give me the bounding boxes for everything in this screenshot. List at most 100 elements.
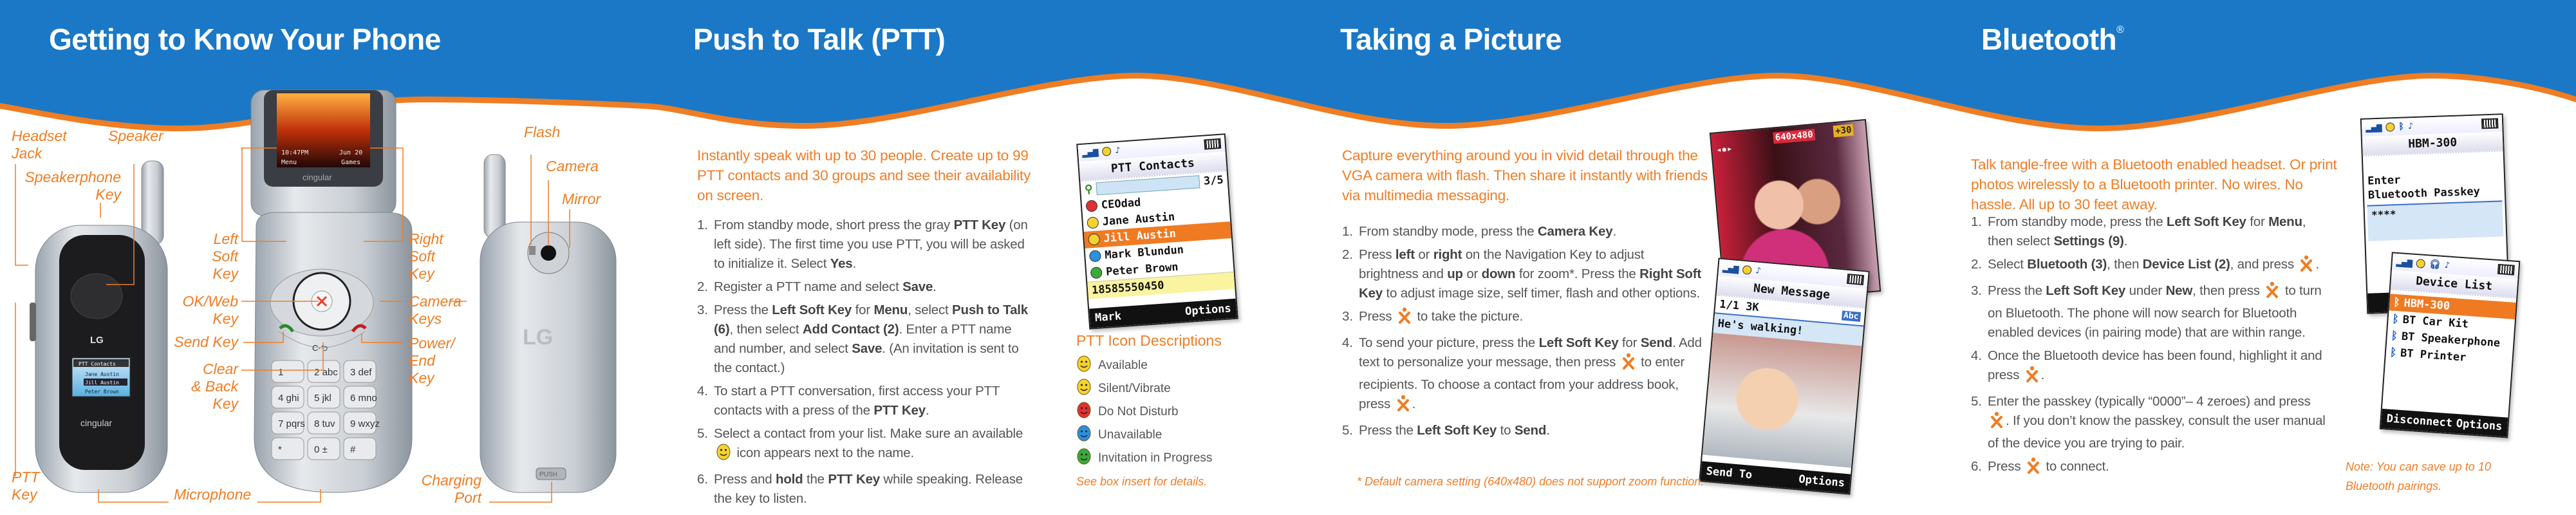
keypad-key-label: 3 def <box>350 367 372 378</box>
step-bold-text: right <box>1433 247 1462 262</box>
label-camera: Camera <box>546 158 599 174</box>
right-softkey[interactable]: Options <box>1184 302 1231 318</box>
label-ptt-key: PTT Key <box>12 469 40 503</box>
open-screen-date: Jun 20 <box>339 149 362 156</box>
step-bold-text: down <box>1481 267 1516 281</box>
headset-icon: 🎧︎ <box>2429 259 2441 270</box>
step-number: 6. <box>1971 459 1982 474</box>
legend-item: Silent/Vibrate <box>1076 379 1171 399</box>
step-text-segment: or <box>1462 267 1482 281</box>
ptt-legend-title: PTT Icon Descriptions <box>1076 332 1222 349</box>
step-text-segment: . <box>2123 234 2128 248</box>
ok-key-icon <box>1397 307 1412 330</box>
search-icon: ⚲ <box>1084 182 1094 196</box>
label-flash: Flash <box>524 124 561 140</box>
step-number: 5. <box>1971 394 1982 409</box>
label-speaker: Speaker <box>108 127 163 144</box>
step-text-segment: . <box>2040 368 2045 382</box>
step-text-segment: , then <box>2107 257 2143 272</box>
label-right-soft-key: Right Soft Key <box>409 230 443 282</box>
keypad-key-label: 9 wxyz <box>350 418 380 429</box>
unavailable-icon <box>1076 425 1092 445</box>
flash-lamp <box>529 246 536 255</box>
step-number: 2. <box>1342 247 1353 262</box>
step-text: To start a PTT conversation, first acces… <box>714 384 1000 418</box>
step-item: 4. To start a PTT conversation, first acc… <box>697 382 1032 420</box>
keypad-key-label: 6 mno <box>350 393 377 404</box>
mini-screen-item: Jill Austin <box>85 380 119 386</box>
step-text: Press the Left Soft Key under New, then … <box>1988 281 2322 340</box>
legend-label: Do Not Disturb <box>1098 405 1179 418</box>
right-softkey[interactable]: Options <box>1798 473 1845 490</box>
step-text: Press left or right on the Navigation Ke… <box>1359 247 1701 301</box>
step-item: 3. Press the Left Soft Key under New, the… <box>1971 281 2331 342</box>
right-softkey[interactable]: Options <box>2456 417 2503 433</box>
step-text-segment: or <box>1414 247 1433 262</box>
step-bold-text: Camera Key <box>1537 224 1613 239</box>
ptt-intro: Instantly speak with up to 30 people. Cr… <box>697 147 1031 203</box>
step-number: 3. <box>1342 309 1353 324</box>
keypad-key-label: 7 pqrs <box>278 418 305 429</box>
step-bold-text: Device List (2) <box>2142 257 2230 272</box>
passkey-input[interactable]: **** <box>2367 200 2504 241</box>
left-softkey[interactable]: Disconnect <box>2386 412 2453 429</box>
step-text-segment: From standby mode, press the <box>1988 214 2167 229</box>
keypad-key-label: # <box>350 444 356 455</box>
step-text-segment: . <box>2315 257 2319 272</box>
new-message-screen: ▂▄▆ ♪ New Message 1/1 3K Abc He's walking!… <box>1699 258 1870 495</box>
step-text-segment: From standby mode, short press the gray <box>714 218 954 232</box>
step-number: 5. <box>1342 423 1353 438</box>
phone-open: 10:47PM Jun 20 Menu Games cingular C·⮌ 1… <box>250 89 413 493</box>
legend-label: Silent/Vibrate <box>1098 382 1171 395</box>
signal-icon: ▂▄▆ <box>2366 122 2382 133</box>
step-text-segment: , select <box>908 303 953 317</box>
step-item: 2. Select Bluetooth (3), then Device List… <box>1971 255 2331 277</box>
device-name: HBM-300 <box>2403 296 2450 313</box>
step-item: 4. Once the Bluetooth device has been fou… <box>1971 346 2331 388</box>
ringer-icon: ♪ <box>1114 145 1121 156</box>
step-text-segment: to connect. <box>2042 459 2109 474</box>
open-screen-time: 10:47PM <box>281 149 308 156</box>
step-text-segment: , then press <box>2192 283 2264 298</box>
step-text-segment: for <box>852 303 874 317</box>
left-softkey[interactable]: Mark <box>1094 310 1121 324</box>
bluetooth-device-icon: ᛒ <box>2393 295 2401 310</box>
section-title-bluetooth: Bluetooth® <box>1981 22 2124 57</box>
legend-item: Unavailable <box>1076 425 1162 445</box>
step-text: Once the Bluetooth device has been found… <box>1988 348 2322 382</box>
section-title-camera: Taking a Picture <box>1340 23 1562 56</box>
push-label: PUSH <box>539 471 557 478</box>
step-number: 3. <box>1971 283 1982 298</box>
step-bold-text: Left Soft Key <box>2046 283 2126 298</box>
step-item: 2. Register a PTT name and select Save. <box>697 277 1032 297</box>
step-text-segment: Register a PTT name and select <box>714 279 903 294</box>
step-text-segment: Press the <box>1988 283 2046 298</box>
bluetooth-device-icon: ᛒ <box>2391 312 2400 326</box>
brightness-icon: ◂✹▸ <box>1715 144 1733 156</box>
legend-item: Do Not Disturb <box>1076 402 1179 422</box>
available-smiley-icon <box>716 444 731 466</box>
label-ok-web-key: OK/Web Key <box>182 293 239 327</box>
softkey-bar: Mark Options <box>1089 298 1237 328</box>
keypad-key-label: 2 abc <box>314 367 338 378</box>
step-bold-text: Add Contact (2) <box>802 322 899 337</box>
step-number: 4. <box>1971 348 1982 363</box>
step-text: Press to connect. <box>1988 457 2109 474</box>
signal-icon: ▂▄▆ <box>1722 263 1740 275</box>
step-text: To send your picture, press the Left Sof… <box>1359 335 1702 411</box>
step-text: From standby mode, press the Left Soft K… <box>1988 214 2306 248</box>
left-softkey[interactable]: Send To <box>1706 465 1753 482</box>
step-text: Select Bluetooth (3), then Device List (… <box>1988 255 2319 272</box>
camera-steps: 1. From standby mode, press the Camera Ke… <box>1342 222 1706 444</box>
step-text-segment: . <box>933 279 937 294</box>
step-text-segment: Press <box>1988 459 2024 474</box>
step-text: Press the Left Soft Key to Send. <box>1359 423 1550 438</box>
legend-item: Available <box>1076 355 1148 376</box>
step-text: Press the Left Soft Key for Menu, select… <box>714 303 1028 375</box>
do-not-disturb-icon <box>1076 402 1092 422</box>
step-number: 2. <box>1971 257 1982 272</box>
device-name: BT Car Kit <box>2402 313 2469 331</box>
step-text-segment: the <box>803 472 828 487</box>
phone-diagram: LG PTT Contacts Jane Austin Jill Austin … <box>15 89 617 503</box>
step-bold-text: PTT Key <box>953 218 1006 232</box>
